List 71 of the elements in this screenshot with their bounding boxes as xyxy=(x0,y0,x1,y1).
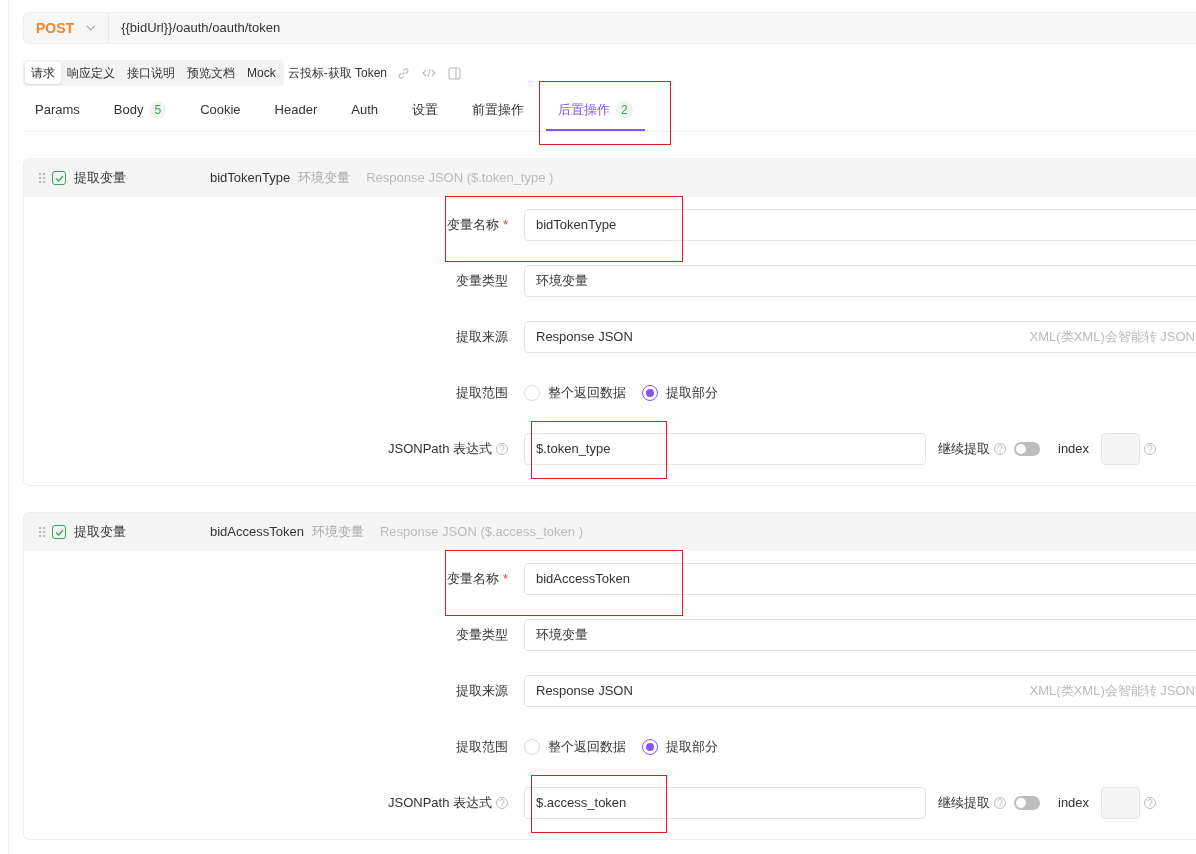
field-label: index xyxy=(1058,440,1090,459)
text-input[interactable]: bidAccessToken xyxy=(524,563,1196,595)
chevron-down-icon xyxy=(86,25,97,31)
radio-option[interactable]: 提取部分 xyxy=(642,383,718,403)
tab[interactable]: Auth xyxy=(339,91,390,131)
checkbox[interactable] xyxy=(52,525,66,539)
index-input[interactable] xyxy=(1101,433,1141,465)
select-field[interactable]: Response JSON XML(类XML)会智能转 JSON xyxy=(524,675,1196,707)
radio-option[interactable]: 整个返回数据 xyxy=(524,737,626,757)
index-input[interactable] xyxy=(1101,787,1141,819)
view-tab[interactable]: 请求 xyxy=(25,62,61,84)
tab[interactable]: 前置操作 xyxy=(460,91,536,131)
radio-option[interactable]: 整个返回数据 xyxy=(524,383,626,403)
operation-title: 提取变量 xyxy=(74,169,127,188)
variable-name: bidTokenType xyxy=(210,169,291,188)
select-hint: XML(类XML)会智能转 JSON xyxy=(1029,328,1195,347)
link-icon[interactable] xyxy=(397,66,411,80)
required-mark: * xyxy=(502,216,508,235)
field-label: 变量名称 xyxy=(446,570,499,589)
field-label: JSONPath 表达式 xyxy=(387,794,492,813)
extract-source: Response JSON ($.access_token ) xyxy=(379,523,583,542)
radio-option[interactable]: 提取部分 xyxy=(642,737,718,757)
variable-type: 环境变量 xyxy=(311,523,364,542)
extract-source: Response JSON ($.token_type ) xyxy=(366,169,554,188)
text-input[interactable]: $.token_type xyxy=(524,433,926,465)
help-icon[interactable] xyxy=(496,797,508,809)
help-icon[interactable] xyxy=(496,443,508,455)
checkbox[interactable] xyxy=(52,171,66,185)
field-label: 提取来源 xyxy=(456,328,508,347)
variable-type: 环境变量 xyxy=(298,169,351,188)
view-tab[interactable]: 接口说明 xyxy=(121,62,181,84)
field-label: 继续提取 xyxy=(938,794,990,813)
view-tab[interactable]: Mock xyxy=(241,62,282,84)
field-label: 变量类型 xyxy=(456,272,508,291)
help-icon[interactable] xyxy=(994,443,1006,455)
tab[interactable]: Body 5 xyxy=(101,91,179,131)
help-icon[interactable] xyxy=(994,797,1006,809)
tab[interactable]: Cookie xyxy=(188,91,253,131)
code-icon[interactable] xyxy=(422,67,437,79)
drag-handle-icon[interactable] xyxy=(38,172,46,184)
tab[interactable]: Header xyxy=(262,91,330,131)
field-label: 提取范围 xyxy=(456,738,508,757)
view-tab[interactable]: 响应定义 xyxy=(61,62,121,84)
api-name: 云投标-获取 Token xyxy=(287,65,388,82)
url-field[interactable]: {{bidUrl}}/oauth/oauth/token xyxy=(109,18,293,38)
count-badge: 5 xyxy=(149,101,167,119)
text-input[interactable]: $.access_token xyxy=(524,787,926,819)
field-label: JSONPath 表达式 xyxy=(387,440,492,459)
select-field[interactable]: 环境变量 xyxy=(524,619,1196,651)
toggle-switch[interactable] xyxy=(1014,796,1040,810)
operation-title: 提取变量 xyxy=(74,523,127,542)
toggle-switch[interactable] xyxy=(1014,442,1040,456)
field-label: index xyxy=(1058,794,1090,813)
field-label: 变量名称 xyxy=(446,216,499,235)
field-label: 继续提取 xyxy=(938,440,990,459)
count-badge: 2 xyxy=(616,101,633,119)
panel-icon[interactable] xyxy=(448,66,462,80)
drag-handle-icon[interactable] xyxy=(38,526,46,538)
required-mark: * xyxy=(502,570,508,589)
variable-name: bidAccessToken xyxy=(210,523,304,542)
tab[interactable]: 设置 xyxy=(400,91,450,131)
text-input[interactable]: bidTokenType xyxy=(524,209,1196,241)
select-hint: XML(类XML)会智能转 JSON xyxy=(1029,682,1195,701)
field-label: 提取范围 xyxy=(456,384,508,403)
field-label: 提取来源 xyxy=(456,682,508,701)
tab[interactable]: 后置操作 2 xyxy=(546,91,645,131)
field-label: 变量类型 xyxy=(456,626,508,645)
select-field[interactable]: 环境变量 xyxy=(524,265,1196,297)
select-field[interactable]: Response JSON XML(类XML)会智能转 JSON xyxy=(524,321,1196,353)
view-tab[interactable]: 预览文档 xyxy=(181,62,241,84)
tab[interactable]: Params xyxy=(23,91,92,131)
